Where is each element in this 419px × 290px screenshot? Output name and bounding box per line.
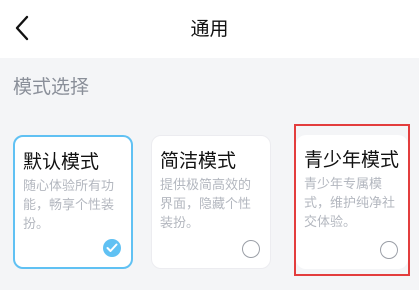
mode-title: 默认模式	[23, 151, 100, 173]
selected-check-icon[interactable]	[103, 239, 121, 257]
radio-unchecked-icon[interactable]	[380, 241, 398, 259]
mode-card-teen[interactable]: 青少年模式 青少年专属模式，维护纯净社交体验。	[296, 135, 408, 269]
mode-description: 随心体验所有功能，畅享个性装扮。	[23, 179, 115, 232]
top-nav-bar: 通用	[0, 0, 419, 58]
radio-unchecked-icon[interactable]	[242, 240, 260, 258]
section-title: 模式选择	[13, 76, 90, 98]
mode-description: 青少年专属模式，维护纯净社交体验。	[304, 177, 396, 230]
mode-description: 提供极简高效的界面，隐藏个性装扮。	[160, 178, 252, 231]
page-title: 通用	[190, 18, 229, 40]
mode-title: 青少年模式	[304, 149, 400, 171]
mode-title: 简洁模式	[160, 150, 237, 172]
mode-card-default[interactable]: 默认模式 随心体验所有功能，畅享个性装扮。	[13, 135, 133, 269]
mode-card-simple[interactable]: 简洁模式 提供极简高效的界面，隐藏个性装扮。	[151, 135, 271, 269]
